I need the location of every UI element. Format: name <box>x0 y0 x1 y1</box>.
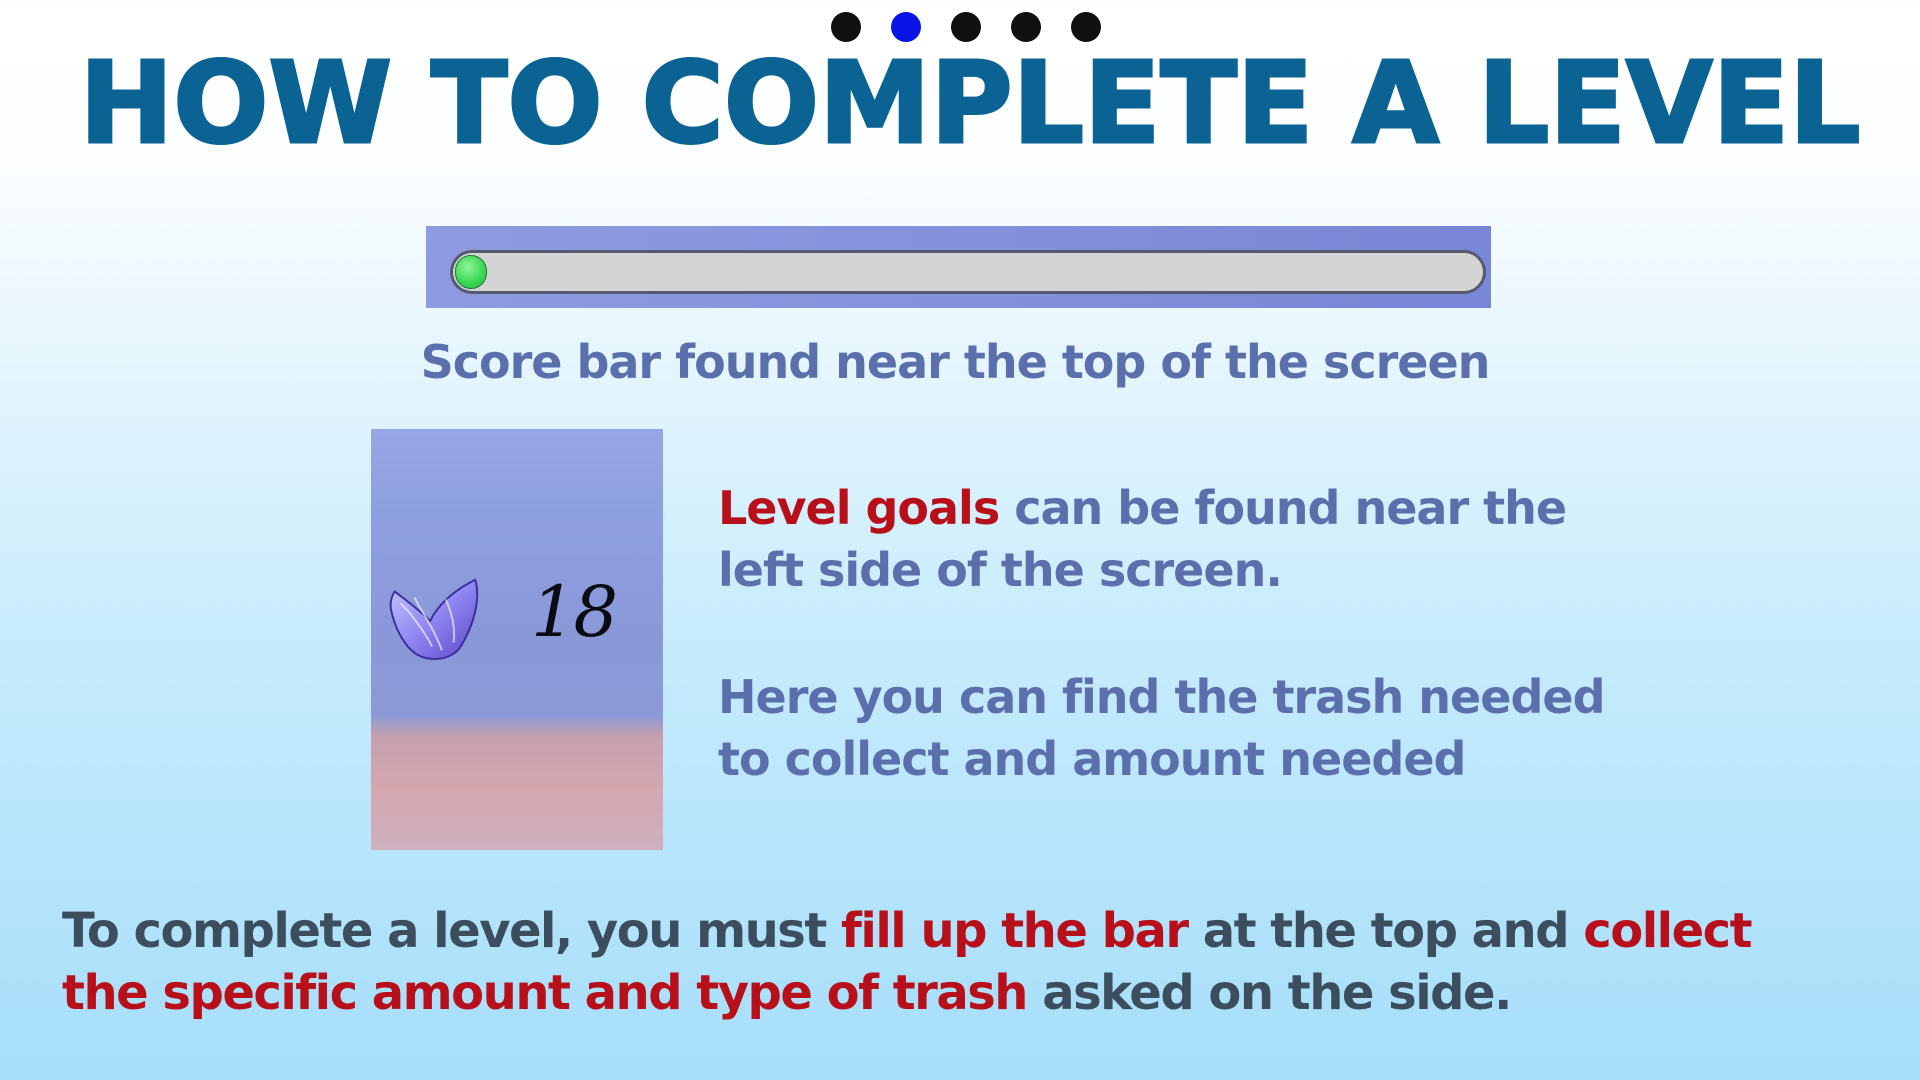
score-bar-track <box>450 250 1486 294</box>
goal-highlight-goals: goals <box>865 481 1000 535</box>
page-title: HOW TO COMPLETE A LEVEL <box>78 39 1862 169</box>
goal-line3: Here you can find the trash needed <box>718 670 1605 724</box>
purple-trash-bag-icon <box>389 578 479 660</box>
score-bar-example <box>426 226 1491 308</box>
page-dot-4[interactable] <box>1011 12 1041 42</box>
goal-description-1: Level goals can be found near the left s… <box>718 477 1567 601</box>
goal-line4: to collect and amount needed <box>718 732 1466 786</box>
goal-line1-rest: can be found near the <box>1014 481 1567 535</box>
page-dot-3[interactable] <box>951 12 981 42</box>
instr-part1: To complete a level, you must <box>62 903 827 959</box>
score-bar-caption: Score bar found near the top of the scre… <box>420 335 1491 389</box>
page-dot-2-active[interactable] <box>891 12 921 42</box>
goal-line2: left side of the screen. <box>718 543 1283 597</box>
completion-instructions: To complete a level, you must fill up th… <box>62 900 1902 1024</box>
goal-highlight-level: Level <box>718 481 851 535</box>
page-dot-1[interactable] <box>831 12 861 42</box>
level-goal-panel-example: 18 <box>371 429 663 850</box>
instr-part3: asked on the side. <box>1042 965 1512 1021</box>
goal-description-2: Here you can find the trash needed to co… <box>718 666 1605 790</box>
instr-part2: at the top and <box>1202 903 1570 959</box>
goal-count: 18 <box>531 571 618 653</box>
page-dot-5[interactable] <box>1071 12 1101 42</box>
instr-highlight-collect: collect <box>1583 903 1752 959</box>
page-indicator <box>0 12 1920 42</box>
instr-highlight-amount-type: the specific amount and type of trash <box>62 965 1028 1021</box>
instr-highlight-fill-bar: fill up the bar <box>841 903 1189 959</box>
score-bar-fill <box>455 255 487 289</box>
